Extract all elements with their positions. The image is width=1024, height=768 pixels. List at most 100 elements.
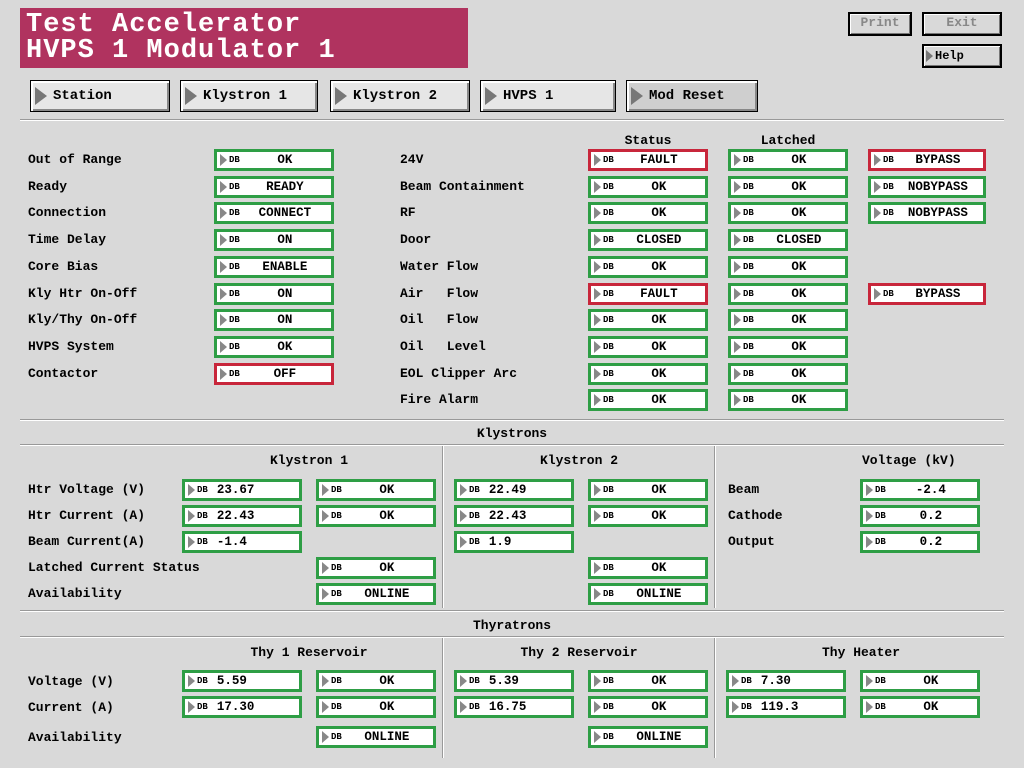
k2-htr-current-readout[interactable]: DB 22.43 [454,505,574,527]
thy2-voltage-status[interactable]: DB OK [588,670,708,692]
k2-htr-current-status[interactable]: DB OK [588,505,708,527]
status-indicator[interactable]: DB OK [588,362,708,385]
db-tag: DB [220,154,240,166]
status-indicator[interactable]: DB OFF [214,362,334,385]
db-tag: DB [734,367,754,380]
bypass-indicator[interactable]: DB BYPASS [868,149,986,171]
db-tag: DB [322,562,342,574]
k2-availability[interactable]: DB ONLINE [588,583,708,605]
thy1-voltage-status[interactable]: DB OK [316,670,436,692]
db-label: DB [331,702,342,712]
k1-htr-voltage-readout[interactable]: DB 23.67 [182,479,302,501]
k1-htr-voltage-status[interactable]: DB OK [316,479,436,501]
latched-indicator[interactable]: DB CLOSED [728,229,848,252]
indicator-value: OK [651,259,667,274]
db-label: DB [743,261,754,272]
db-tag: DB [220,260,240,273]
nav-station-button[interactable]: Station [30,80,170,112]
k1-htr-current-readout[interactable]: DB 22.43 [182,505,302,527]
thy1-voltage-readout[interactable]: DB 5.59 [182,670,302,692]
nav-klystron1-button[interactable]: Klystron 1 [180,80,318,112]
status-indicator[interactable]: DB OK [588,175,708,198]
status-indicator[interactable]: DB CLOSED [588,229,708,252]
arrow-right-icon [631,87,643,105]
thy1-availability[interactable]: DB ONLINE [316,726,436,748]
db-label: DB [603,589,614,599]
status-indicator[interactable]: DB ENABLE [214,255,334,278]
latched-indicator[interactable]: DB OK [728,389,848,412]
db-label: DB [229,288,240,299]
voltage-kv-readout[interactable]: DB 0.2 [860,505,980,527]
exit-button[interactable]: Exit [922,12,1002,36]
latched-indicator[interactable]: DB OK [728,335,848,358]
voltage-kv-readout[interactable]: DB -2.4 [860,479,980,501]
thy1-current-status[interactable]: DB OK [316,696,436,718]
latched-indicator[interactable]: DB OK [728,149,848,171]
latched-indicator[interactable]: DB OK [728,255,848,278]
status-indicator[interactable]: DB OK [588,389,708,412]
k1-latched-status[interactable]: DB OK [316,557,436,579]
print-button[interactable]: Print [848,12,912,36]
thy1-current-readout[interactable]: DB 17.30 [182,696,302,718]
status-indicator[interactable]: DB CONNECT [214,202,334,225]
status-indicator[interactable]: DB FAULT [588,282,708,305]
thy2-availability[interactable]: DB ONLINE [588,726,708,748]
status-indicator[interactable]: DB ON [214,309,334,332]
db-tag: DB [594,287,614,300]
thy2-current-readout[interactable]: DB 16.75 [454,696,574,718]
db-arrow-icon [866,484,873,496]
db-label: DB [229,155,240,165]
status-indicator[interactable]: DB OK [588,309,708,332]
db-tag: DB [594,180,614,193]
thy2-current-status[interactable]: DB OK [588,696,708,718]
thy2-voltage-readout[interactable]: DB 5.39 [454,670,574,692]
db-label: DB [875,702,886,712]
bypass-indicator[interactable]: DB BYPASS [868,282,986,305]
status-indicator[interactable]: DB ON [214,282,334,305]
bypass-indicator[interactable]: DB NOBYPASS [868,175,986,198]
voltage-kv-readout[interactable]: DB 0.2 [860,531,980,553]
k1-availability[interactable]: DB ONLINE [316,583,436,605]
db-tag: DB [734,394,754,407]
k1-beam-current-readout[interactable]: DB -1.4 [182,531,302,553]
latched-indicator[interactable]: DB OK [728,362,848,385]
status-indicator[interactable]: DB OK [588,335,708,358]
help-button[interactable]: Help [922,44,1002,68]
indicator-value: -2.4 [915,483,946,497]
db-arrow-icon [866,675,873,687]
divider [20,444,1004,446]
latched-indicator[interactable]: DB OK [728,202,848,225]
db-label: DB [469,511,480,521]
k2-beam-current-readout[interactable]: DB 1.9 [454,531,574,553]
bypass-indicator[interactable]: DB NOBYPASS [868,202,986,225]
k2-htr-voltage-readout[interactable]: DB 22.49 [454,479,574,501]
db-arrow-icon [460,536,467,548]
thy-heater-current-status[interactable]: DB OK [860,696,980,718]
thy-heater-current-readout[interactable]: DB 119.3 [726,696,846,718]
status-indicator[interactable]: DB OK [214,149,334,171]
latched-indicator[interactable]: DB OK [728,309,848,332]
status-indicator[interactable]: DB ON [214,229,334,252]
k2-latched-status[interactable]: DB OK [588,557,708,579]
mod-reset-button[interactable]: Mod Reset [626,80,758,112]
thy-voltage-label: Voltage (V) [28,674,114,689]
status-indicator[interactable]: DB OK [214,335,334,358]
status-indicator[interactable]: DB OK [588,202,708,225]
nav-klystron2-button[interactable]: Klystron 2 [330,80,470,112]
db-arrow-icon [594,287,601,300]
status-indicator[interactable]: DB FAULT [588,149,708,171]
db-tag: DB [188,510,208,522]
db-tag: DB [594,588,614,600]
status-indicator[interactable]: DB OK [588,255,708,278]
latched-indicator[interactable]: DB OK [728,175,848,198]
beam-voltage-label: Beam [728,482,760,497]
thy-heater-voltage-readout[interactable]: DB 7.30 [726,670,846,692]
k2-htr-voltage-status[interactable]: DB OK [588,479,708,501]
db-arrow-icon [460,510,467,522]
k1-htr-current-status[interactable]: DB OK [316,505,436,527]
latched-indicator[interactable]: DB OK [728,282,848,305]
status-indicator[interactable]: DB READY [214,175,334,198]
db-tag: DB [220,180,240,193]
thy-heater-voltage-status[interactable]: DB OK [860,670,980,692]
nav-hvps1-button[interactable]: HVPS 1 [480,80,616,112]
